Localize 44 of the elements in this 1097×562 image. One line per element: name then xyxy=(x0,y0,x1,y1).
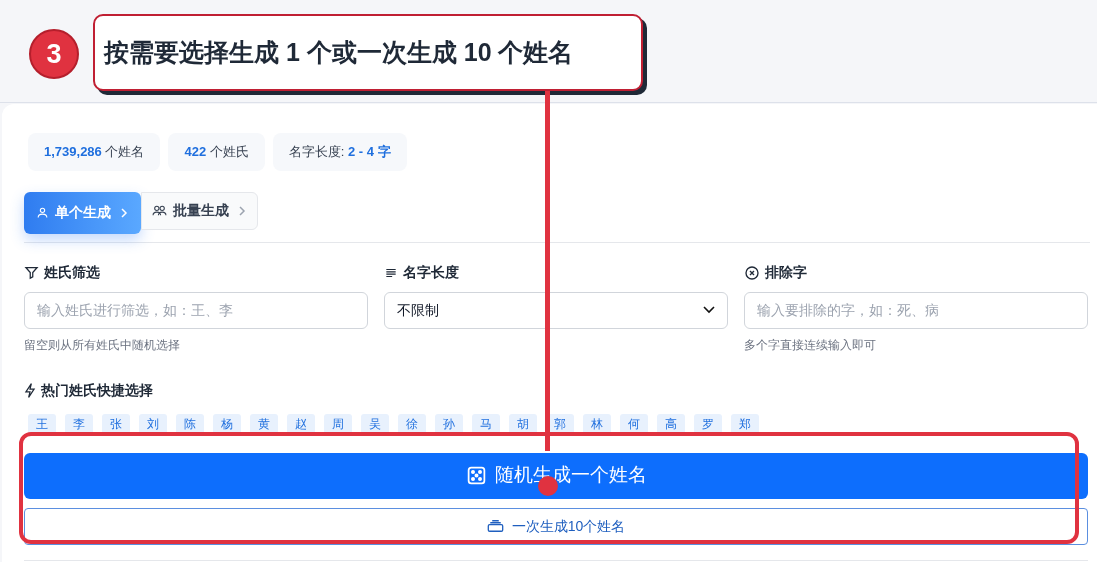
surname-chip[interactable]: 何 xyxy=(620,413,648,435)
surname-chip[interactable]: 杨 xyxy=(213,413,241,435)
section-label: 热门姓氏快捷选择 xyxy=(41,380,153,400)
chevron-down-icon xyxy=(703,306,715,314)
stat-chip: 名字长度: 2 - 4 字 xyxy=(272,133,407,171)
field-label: 姓氏筛选 xyxy=(44,263,100,282)
input-field[interactable]: 输入要排除的字，如：死、病 xyxy=(744,291,1088,329)
field-label: 排除字 xyxy=(765,263,807,282)
close-circle-icon xyxy=(744,264,760,281)
chevron-icon xyxy=(237,204,247,217)
stat-chip: 1,739,286 个姓名 xyxy=(28,133,161,171)
surname-chip[interactable]: 罗 xyxy=(694,413,722,435)
surname-chip[interactable]: 陈 xyxy=(176,413,204,435)
surname-chip[interactable]: 王 xyxy=(28,413,56,435)
surname-chip[interactable]: 张 xyxy=(102,413,130,435)
stat-chip: 422 个姓氏 xyxy=(168,133,265,171)
surname-chip[interactable]: 马 xyxy=(472,413,500,435)
surname-chip[interactable]: 林 xyxy=(583,413,611,435)
surname-chip[interactable]: 徐 xyxy=(398,413,426,435)
surname-chip[interactable]: 高 xyxy=(657,413,685,435)
surname-chip[interactable]: 胡 xyxy=(509,413,537,435)
stack-icon xyxy=(486,519,504,533)
surname-chip[interactable]: 刘 xyxy=(139,413,167,435)
surname-chip[interactable]: 郑 xyxy=(731,413,759,435)
input-field[interactable]: 输入姓氏进行筛选，如：王、李 xyxy=(24,291,368,329)
surname-chip[interactable]: 黄 xyxy=(250,413,278,435)
surname-chip[interactable]: 吴 xyxy=(361,413,389,435)
filter-icon xyxy=(24,265,39,280)
hint-text: 留空则从所有姓氏中随机选择 xyxy=(24,336,181,354)
lightning-icon xyxy=(24,382,36,398)
tab[interactable]: 单个生成 xyxy=(24,191,141,234)
people-icon xyxy=(152,204,167,217)
surname-chip[interactable]: 李 xyxy=(65,413,93,435)
hint-text: 多个字直接连续输入即可 xyxy=(744,336,877,354)
field-label: 名字长度 xyxy=(403,263,459,282)
chevron-icon xyxy=(119,206,129,219)
step-badge: 3 xyxy=(29,29,79,79)
surname-chip[interactable]: 周 xyxy=(324,413,352,435)
length-select[interactable]: 不限制 xyxy=(384,291,728,329)
surname-chip[interactable]: 赵 xyxy=(287,413,315,435)
tab[interactable]: 批量生成 xyxy=(141,191,258,230)
surname-chip[interactable]: 孙 xyxy=(435,413,463,435)
person-icon xyxy=(36,206,49,219)
dice-icon xyxy=(465,465,487,486)
